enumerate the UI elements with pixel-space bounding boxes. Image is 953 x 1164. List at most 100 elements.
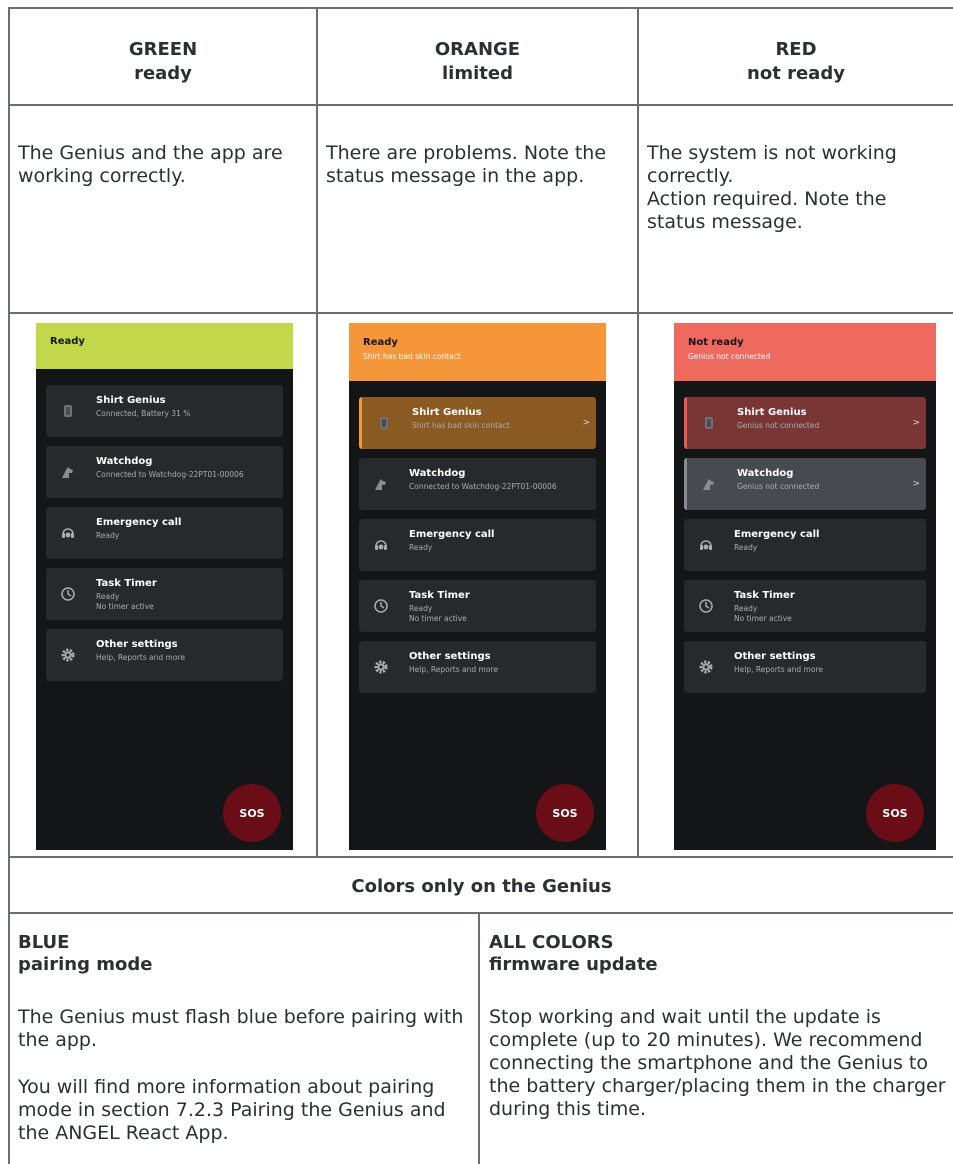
row-divider-1	[8, 104, 953, 106]
desc-green: The Genius and the app are working corre…	[18, 142, 283, 187]
card-subtitle: Shirt has bad skin contact	[412, 421, 510, 430]
gear-icon	[373, 659, 389, 675]
sos-button[interactable]: SOS	[223, 784, 281, 842]
card-subtitle: Ready	[734, 543, 758, 552]
desc-red-line-1: The system is not working correctly.	[647, 142, 897, 187]
card-other-settings[interactable]: Other settings Help, Reports and more	[359, 641, 596, 693]
shirt-icon	[376, 415, 392, 431]
desc-red-line-2: Action required. Note the status message…	[647, 188, 887, 233]
card-subtitle: Ready	[409, 604, 433, 613]
card-subtitle-2: No timer active	[734, 614, 792, 623]
header-orange-state: limited	[442, 63, 513, 84]
dog-icon	[701, 476, 717, 492]
card-other-settings[interactable]: Other settings Help, Reports and more	[46, 629, 283, 681]
col-divider-1	[316, 7, 318, 857]
card-title: Emergency call	[734, 529, 820, 540]
desc-orange: There are problems. Note the status mess…	[326, 142, 607, 187]
col-divider-2	[637, 7, 639, 857]
card-subtitle: Ready	[409, 543, 433, 552]
blue-block: BLUE pairing mode The Genius must flash …	[18, 932, 473, 1145]
status-bar: Ready	[36, 323, 293, 369]
row-divider-4	[8, 912, 953, 914]
card-other-settings[interactable]: Other settings Help, Reports and more	[684, 641, 926, 693]
card-subtitle: Connected to Watchdog-22PT01-00006	[409, 482, 557, 491]
header-green-state: ready	[134, 63, 192, 84]
chevron-right-icon: >	[912, 418, 920, 428]
firmware-paragraph: Stop working and wait until the update i…	[489, 1006, 946, 1120]
sos-button[interactable]: SOS	[866, 784, 924, 842]
firmware-color-label: ALL COLORS	[489, 932, 614, 953]
row-divider-3	[8, 856, 953, 858]
card-shirt-genius[interactable]: Shirt Genius Genius not connected >	[684, 397, 926, 449]
firmware-block: ALL COLORS firmware update Stop working …	[489, 932, 951, 1121]
card-title: Emergency call	[96, 517, 182, 528]
table-border-top	[8, 7, 953, 9]
card-subtitle-2: No timer active	[96, 602, 154, 611]
status-title: Ready	[50, 336, 85, 347]
card-emergency-call[interactable]: Emergency call Ready	[46, 507, 283, 559]
card-subtitle: Genius not connected	[737, 482, 820, 491]
clock-icon	[698, 598, 714, 614]
header-red-state: not ready	[747, 63, 845, 84]
card-title: Watchdog	[409, 468, 466, 479]
header-red-color: RED	[775, 39, 817, 60]
header-green: GREEN ready	[10, 38, 316, 86]
card-subtitle-2: No timer active	[409, 614, 467, 623]
card-title: Emergency call	[409, 529, 495, 540]
phone-orange: Ready Shirt has bad skin contact Shirt Gen…	[349, 323, 606, 850]
dog-icon	[60, 464, 76, 480]
card-watchdog[interactable]: Watchdog Connected to Watchdog-22PT01-000…	[359, 458, 596, 510]
card-shirt-genius[interactable]: Shirt Genius Shirt has bad skin contact >	[359, 397, 596, 449]
card-subtitle: Connected, Battery 31 %	[96, 409, 191, 418]
card-emergency-call[interactable]: Emergency call Ready	[684, 519, 926, 571]
blue-paragraph-1: The Genius must flash blue before pairin…	[18, 1006, 464, 1051]
card-shirt-genius[interactable]: Shirt Genius Connected, Battery 31 %	[46, 385, 283, 437]
card-subtitle: Help, Reports and more	[734, 665, 823, 674]
dog-icon	[373, 476, 389, 492]
gear-icon	[698, 659, 714, 675]
card-task-timer[interactable]: Task Timer Ready No timer active	[684, 580, 926, 632]
card-task-timer[interactable]: Task Timer Ready No timer active	[359, 580, 596, 632]
shirt-icon	[701, 415, 717, 431]
status-bar: Ready Shirt has bad skin contact	[349, 323, 606, 381]
status-title: Ready	[363, 337, 398, 348]
desc-red: The system is not working correctly. Act…	[639, 142, 953, 234]
chevron-right-icon: >	[582, 418, 590, 428]
headset-icon	[60, 525, 76, 541]
phone-green: Ready Shirt Genius Connected, Battery 31 %…	[36, 323, 293, 850]
card-subtitle: Genius not connected	[737, 421, 820, 430]
shirt-icon	[60, 403, 76, 419]
card-title: Task Timer	[734, 590, 795, 601]
sos-button[interactable]: SOS	[536, 784, 594, 842]
status-subtitle: Genius not connected	[688, 352, 771, 361]
card-subtitle: Ready	[734, 604, 758, 613]
card-title: Shirt Genius	[412, 407, 482, 418]
headset-icon	[698, 537, 714, 553]
clock-icon	[373, 598, 389, 614]
phone-red: Not ready Genius not connected Shirt Geniu…	[674, 323, 936, 850]
card-title: Other settings	[734, 651, 816, 662]
card-watchdog[interactable]: Watchdog Genius not connected >	[684, 458, 926, 510]
card-subtitle: Ready	[96, 592, 120, 601]
card-title: Other settings	[409, 651, 491, 662]
header-orange: ORANGE limited	[318, 38, 637, 86]
genius-section-title: Colors only on the Genius	[351, 876, 612, 897]
card-emergency-call[interactable]: Emergency call Ready	[359, 519, 596, 571]
status-bar: Not ready Genius not connected	[674, 323, 936, 381]
card-title: Shirt Genius	[737, 407, 807, 418]
card-title: Task Timer	[409, 590, 470, 601]
blue-color-label: BLUE	[18, 932, 70, 953]
col-divider-lower	[478, 912, 480, 1164]
card-watchdog[interactable]: Watchdog Connected to Watchdog-22PT01-000…	[46, 446, 283, 498]
firmware-state-label: firmware update	[489, 954, 658, 975]
headset-icon	[373, 537, 389, 553]
card-task-timer[interactable]: Task Timer Ready No timer active	[46, 568, 283, 620]
card-title: Other settings	[96, 639, 178, 650]
header-green-color: GREEN	[128, 39, 198, 60]
card-title: Shirt Genius	[96, 395, 166, 406]
blue-state-label: pairing mode	[18, 954, 153, 975]
header-red: RED not ready	[639, 38, 953, 86]
card-subtitle: Connected to Watchdog-22PT01-00006	[96, 470, 244, 479]
card-subtitle: Help, Reports and more	[96, 653, 185, 662]
chevron-right-icon: >	[912, 479, 920, 489]
